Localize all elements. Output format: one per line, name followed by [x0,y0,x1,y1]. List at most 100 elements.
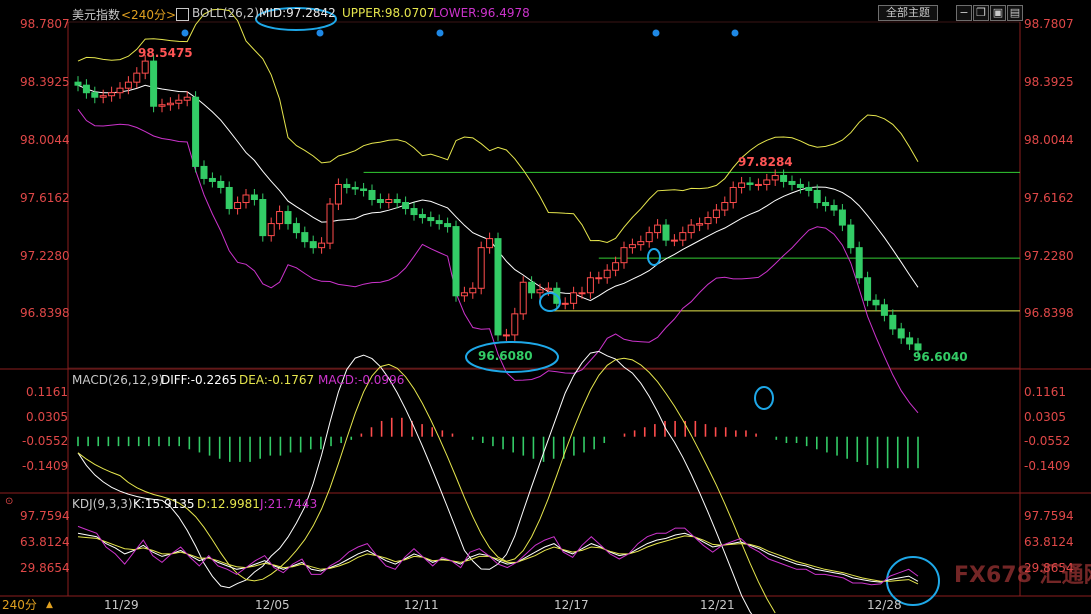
kdj-tick: 97.7594 [20,509,70,523]
candle-body [385,199,393,204]
candle-body [200,165,208,179]
candle-body [292,223,300,234]
date-tick: 12/21 [700,598,735,612]
kdj-d-line [77,535,919,585]
restore-icon[interactable]: ❐ [973,5,989,21]
candle-body [444,223,452,228]
kdj-d: D:12.9981 [197,497,260,511]
candle-body [746,182,754,185]
candle-body [99,95,107,98]
settings-icon[interactable]: ▤ [1007,5,1023,21]
macd-tick-right: -0.1409 [1024,459,1071,473]
candle-body [150,60,158,107]
candle-body [771,174,779,181]
signal-dot [181,29,189,37]
candle-body [788,180,796,185]
macd-tick: 0.0305 [26,410,68,424]
macd-label[interactable]: MACD(26,12,9) [72,373,163,387]
kdj-tick-right: 63.8124 [1024,535,1074,549]
candle-body [704,217,712,225]
candle-body [662,224,670,241]
candle-body [838,209,846,226]
signal-dot [731,29,739,37]
candle-body [175,99,183,104]
boll-label[interactable]: BOLL(26,2) [192,6,259,20]
low-annotation: 96.6080 [478,349,533,363]
candle-body [830,205,838,211]
macd-tick-right: -0.0552 [1024,434,1071,448]
kdj-j-line [77,525,919,586]
candle-body [595,277,603,280]
indicator-icon [176,8,189,21]
candle-body [519,281,527,315]
candle-body [813,189,821,204]
candle-body [124,81,132,89]
candle-body [654,224,662,234]
price-panel-frame [67,21,1021,369]
price-tick: 97.6162 [20,191,70,205]
candle-body [402,202,410,210]
theme-button[interactable]: 全部主题 [878,5,938,21]
signal-dot [652,29,660,37]
candle-body [754,183,762,186]
kdj-label[interactable]: KDJ(9,3,3) [72,497,133,511]
price-tick-right: 96.8398 [1024,306,1074,320]
boll-lower: LOWER:96.4978 [433,6,530,20]
date-tick: 12/05 [255,598,290,612]
candle-body [91,92,99,98]
macd-dea: DEA:-0.1767 [239,373,315,387]
candle-body [334,183,342,205]
candle-body [679,232,687,241]
candle-body [301,232,309,243]
macd-tick-right: 0.0305 [1024,410,1066,424]
candle-body [418,214,426,219]
candle-body [183,96,191,101]
candle-body [729,186,737,204]
kdj-tick-right: 97.7594 [1024,509,1074,523]
highlight-circle [647,248,661,266]
candle-body [570,292,578,304]
candle-body [250,194,258,201]
candle-body [234,202,242,210]
period-label[interactable]: 240分 [2,598,37,612]
signal-dot [316,29,324,37]
swing-high-annotation: 97.8284 [738,155,793,169]
kdj-settings-icon[interactable]: ⊙ [5,495,13,509]
price-tick: 96.8398 [20,306,70,320]
candle-body [528,281,536,294]
candle-body [763,179,771,185]
candle-body [267,223,275,237]
candle-body [805,186,813,191]
date-tick: 12/28 [867,598,902,612]
signal-dot [436,29,444,37]
boll-mid: MID:97.2842 [259,6,336,20]
minimize-icon[interactable]: − [956,5,972,21]
price-tick: 98.3925 [20,75,70,89]
candle-body [259,199,267,237]
candle-body [906,337,914,345]
candle-body [872,299,880,306]
candle-body [586,277,594,294]
candle-body [670,239,678,242]
maximize-icon[interactable]: ▣ [990,5,1006,21]
candle-body [494,238,502,336]
price-tick: 97.2280 [20,249,70,263]
candle-body [368,189,376,201]
candle-body [208,177,216,182]
candle-body [427,217,435,222]
candle-body [561,302,569,305]
highlight-circle [754,386,774,410]
period-selector[interactable]: <240分> [121,6,176,23]
candle-body [326,203,334,244]
candle-body [469,287,477,294]
macd-tick: -0.0552 [22,434,69,448]
candle-body [578,292,586,295]
macd-diff-line [77,350,753,614]
candle-body [460,292,468,297]
candle-body [628,244,636,249]
candle-body [309,241,317,249]
boll-upper: UPPER:98.0707 [342,6,435,20]
candle-body [217,180,225,188]
candle-body [721,202,729,211]
period-dropdown-icon[interactable]: ▲ [46,598,53,612]
